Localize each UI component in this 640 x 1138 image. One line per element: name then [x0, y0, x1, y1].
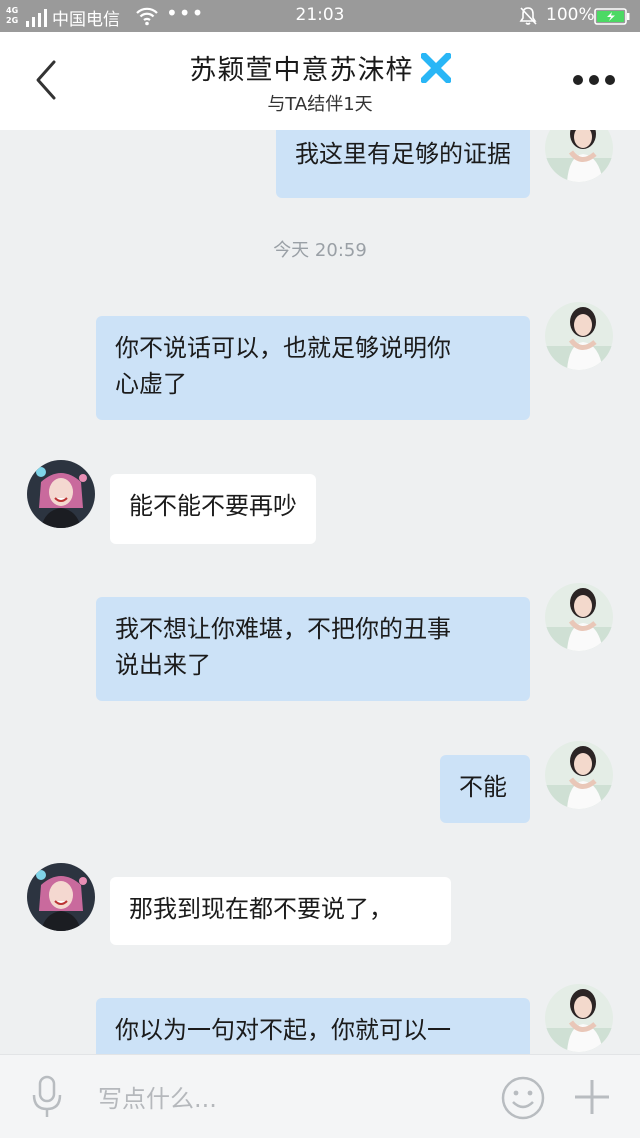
chat-header: 苏颖萱中意苏沫梓 与TA结伴1天 — [0, 32, 640, 130]
my-message-bubble[interactable]: 你以为一句对不起，你就可以一 — [96, 998, 530, 1054]
contact-message-bubble[interactable]: 能不能不要再吵 — [110, 474, 316, 544]
x-badge-icon — [420, 52, 451, 83]
my-avatar[interactable] — [545, 302, 613, 370]
my-avatar[interactable] — [545, 130, 613, 182]
message-text-line: 说出来了 — [115, 651, 211, 679]
input-bar: 写点什么... — [0, 1054, 640, 1138]
chat-title-area: 苏颖萱中意苏沫梓 — [0, 48, 640, 87]
my-message-bubble[interactable]: 我这里有足够的证据 — [276, 130, 530, 198]
message-text: 我这里有足够的证据 — [295, 140, 511, 168]
message-text: 能不能不要再吵 — [129, 492, 297, 520]
mute-bell-icon — [519, 7, 537, 25]
status-bar: 4G 2G 中国电信 ••• 21:03 100% — [0, 0, 640, 32]
clock: 21:03 — [295, 5, 345, 25]
contact-name: 苏颖萱中意苏沫梓 — [189, 55, 414, 86]
message-list[interactable]: 我这里有足够的证据 今天 20:59 你不说话可以，也就足够说明你 心虚了 能不… — [0, 130, 640, 1054]
my-avatar[interactable] — [545, 741, 613, 809]
contact-avatar[interactable] — [27, 460, 95, 528]
message-text-line: 你不说话可以，也就足够说明你 — [115, 334, 451, 362]
message-input[interactable]: 写点什么... — [98, 1079, 217, 1114]
microphone-icon[interactable] — [30, 1075, 64, 1119]
my-message-bubble[interactable]: 我不想让你难堪，不把你的丑事 说出来了 — [96, 597, 530, 701]
message-text: 那我到现在都不要说了， — [129, 895, 393, 923]
message-text: 不能 — [459, 773, 507, 801]
message-text-line: 我不想让你难堪，不把你的丑事 — [115, 615, 451, 643]
more-options-icon[interactable] — [570, 72, 618, 88]
my-message-bubble[interactable]: 不能 — [440, 755, 530, 823]
my-avatar[interactable] — [545, 583, 613, 651]
message-timestamp: 今天 20:59 — [273, 240, 367, 261]
contact-avatar[interactable] — [27, 863, 95, 931]
my-avatar[interactable] — [545, 984, 613, 1052]
battery-icon — [594, 8, 630, 25]
message-text-line: 心虚了 — [115, 370, 187, 398]
companion-days: 与TA结伴1天 — [267, 94, 373, 115]
contact-message-bubble[interactable]: 那我到现在都不要说了， — [110, 877, 451, 945]
my-message-bubble[interactable]: 你不说话可以，也就足够说明你 心虚了 — [96, 316, 530, 420]
emoji-icon[interactable] — [500, 1075, 546, 1121]
message-text-line: 你以为一句对不起，你就可以一 — [115, 1016, 451, 1044]
add-attachment-icon[interactable] — [572, 1077, 612, 1117]
battery-percent: 100% — [546, 5, 595, 25]
